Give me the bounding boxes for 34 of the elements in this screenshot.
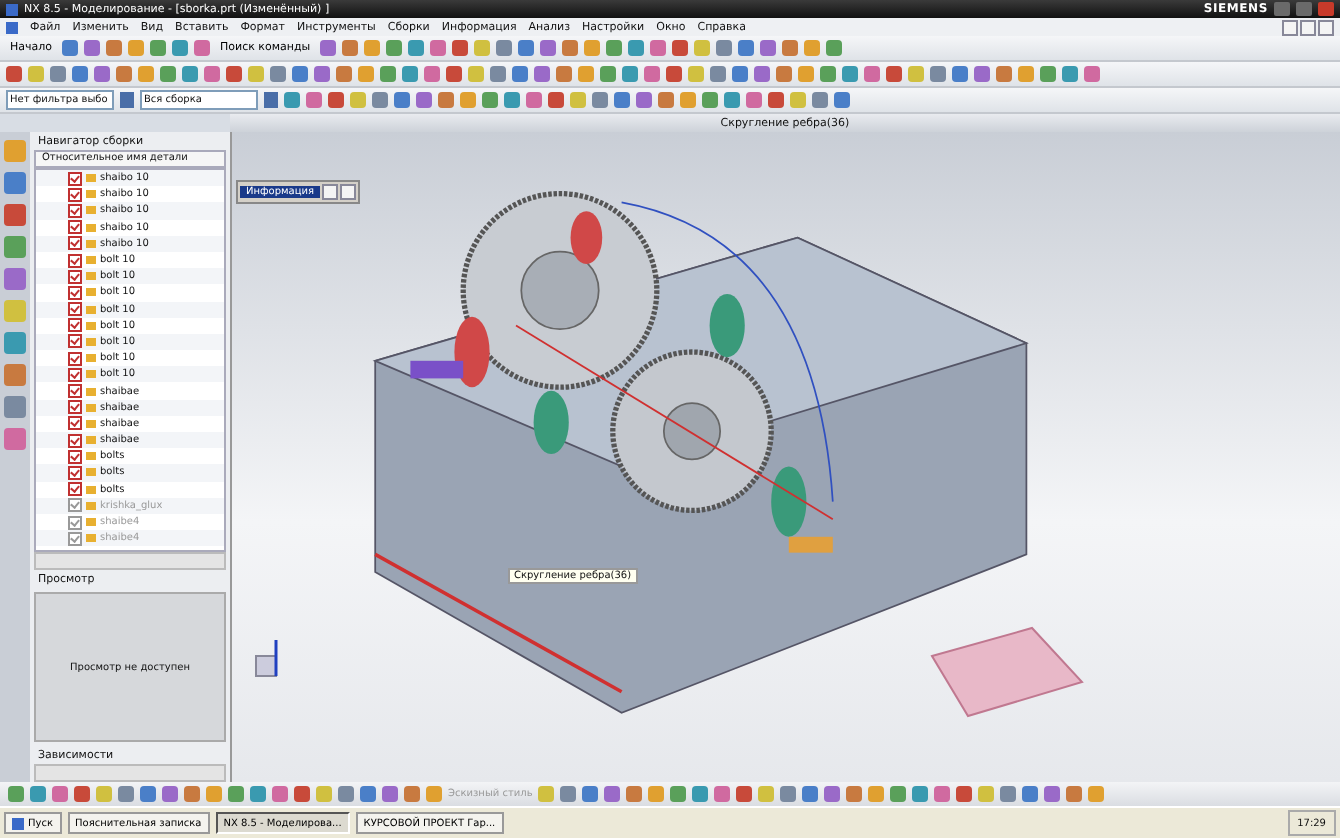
resource-bar-icon[interactable] [4,332,26,354]
coordinate-axes-icon [255,640,278,677]
checkbox[interactable] [68,302,82,317]
checkbox[interactable] [68,236,82,251]
checkbox[interactable] [68,482,82,497]
checkbox[interactable] [68,171,82,186]
checkbox[interactable] [68,220,82,235]
checkbox[interactable] [68,334,82,349]
checkbox[interactable] [68,187,82,202]
resource-bar-icon[interactable] [4,172,26,194]
checkbox[interactable] [68,416,82,431]
checkbox[interactable] [68,318,82,333]
close-button[interactable] [340,184,357,200]
resource-bar-icon[interactable] [4,236,26,258]
checkbox[interactable] [68,269,82,284]
horizontal-scrollbar[interactable] [34,764,226,782]
resource-bar-icon[interactable] [4,268,26,290]
checkbox[interactable] [68,285,82,300]
resource-bar-icon[interactable] [4,204,26,226]
checkbox[interactable] [68,449,82,464]
horizontal-scrollbar[interactable] [34,552,226,570]
resource-bar-icon[interactable] [4,364,26,386]
restore-button[interactable] [1300,19,1316,35]
checkbox[interactable] [68,465,82,480]
checkbox[interactable] [68,203,82,218]
checkbox[interactable] [68,253,82,268]
checkbox[interactable] [68,433,82,448]
resource-bar-icon[interactable] [4,428,26,450]
minimize-button[interactable] [322,184,339,200]
checkbox[interactable] [68,367,82,382]
checkbox[interactable] [68,400,82,415]
checkbox[interactable] [68,351,82,366]
resource-bar-icon[interactable] [4,396,26,418]
checkbox[interactable] [68,384,82,399]
